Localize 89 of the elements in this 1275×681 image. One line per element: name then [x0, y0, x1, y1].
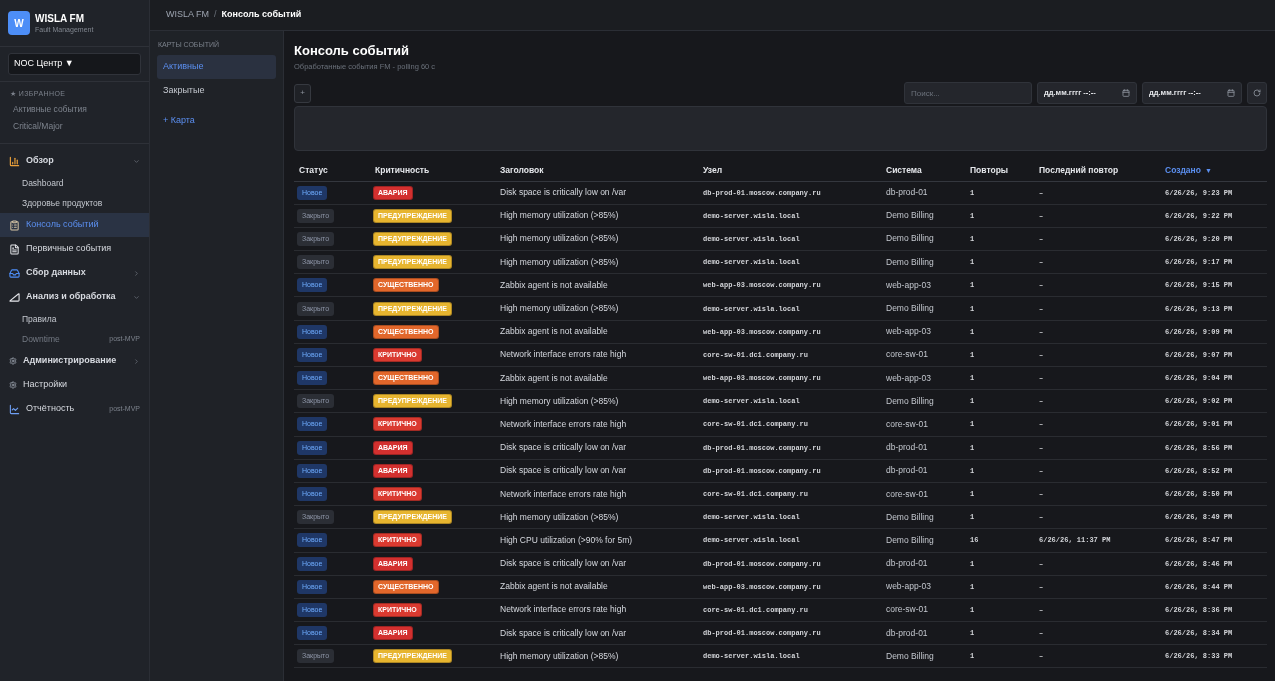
event-title: Network interface errors rate high [500, 418, 627, 429]
calendar-icon [1122, 89, 1130, 97]
system-name: core-sw-01 [886, 488, 929, 499]
clipboard-icon [9, 219, 20, 231]
chevron-right-icon [133, 357, 140, 365]
system-name: core-sw-01 [886, 604, 929, 615]
event-title: High memory utilization (>85%) [500, 303, 619, 314]
event-title: Disk space is critically low on /var [500, 558, 627, 569]
system-name: db-prod-01 [886, 442, 928, 453]
system-name: Demo Billing [886, 256, 934, 267]
chevron-down-icon [133, 293, 140, 301]
system-name: Demo Billing [886, 210, 934, 221]
system-name: Demo Billing [886, 534, 934, 545]
system-name: Demo Billing [886, 303, 934, 314]
event-title: High memory utilization (>85%) [500, 650, 619, 661]
inbox-icon [9, 267, 20, 279]
nav-item[interactable]: Настройки [0, 373, 149, 397]
add-map-link[interactable]: + Карта [163, 114, 195, 128]
event-title: Disk space is critically low on /var [500, 627, 627, 638]
nav-item[interactable]: Обзор [0, 149, 149, 173]
chevron-down-icon [133, 157, 140, 165]
system-name: Demo Billing [886, 650, 934, 661]
page-title: Консоль событий [294, 43, 411, 59]
event-title: Zabbix agent is not available [500, 372, 608, 383]
add-button[interactable]: + [294, 83, 311, 103]
system-name: Demo Billing [886, 395, 934, 406]
system-name: Demo Billing [886, 511, 934, 522]
system-name: db-prod-01 [886, 187, 928, 198]
breadcrumb-current: Консоль событий [221, 8, 302, 22]
line-chart-icon [9, 403, 20, 415]
logo-mark: W [8, 11, 30, 35]
favorite-link[interactable]: Активные события [13, 103, 87, 116]
event-map-item[interactable]: Активные [157, 55, 276, 79]
event-title: Zabbix agent is not available [500, 279, 608, 290]
app-title: WISLA FM [35, 12, 86, 25]
event-title: Network interface errors rate high [500, 604, 627, 615]
system-name: db-prod-01 [886, 627, 928, 638]
refresh-button[interactable] [1247, 82, 1267, 104]
column-header[interactable]: Критичность [375, 164, 430, 175]
chevron-right-icon [133, 269, 140, 277]
nav-subitem[interactable]: Dashboard [0, 173, 149, 193]
event-title: Disk space is critically low on /var [500, 442, 627, 453]
column-header[interactable]: Последний повтор [1039, 164, 1119, 175]
refresh-icon [1253, 89, 1261, 97]
system-name: db-prod-01 [886, 465, 928, 476]
system-name: core-sw-01 [886, 418, 929, 429]
nav-item[interactable]: Консоль событий [0, 213, 149, 237]
system-name: web-app-03 [886, 372, 931, 383]
search-field[interactable]: Поиск... [904, 82, 1032, 104]
column-header[interactable]: Статус [299, 164, 328, 175]
gear-icon [9, 381, 17, 389]
triangle-ruler-icon [9, 291, 20, 303]
event-map-item[interactable]: Закрытые [157, 79, 276, 103]
event-title: High memory utilization (>85%) [500, 511, 619, 522]
event-title: Zabbix agent is not available [500, 581, 608, 592]
breadcrumb-link[interactable]: WISLA FM [166, 8, 209, 22]
calendar-icon [1227, 89, 1235, 97]
document-icon [9, 243, 20, 255]
event-title: High memory utilization (>85%) [500, 256, 619, 267]
event-title: Network interface errors rate high [500, 349, 627, 360]
system-name: Demo Billing [886, 233, 934, 244]
nav-item[interactable]: Первичные события [0, 237, 149, 261]
event-title: Network interface errors rate high [500, 488, 627, 499]
bar-chart-icon [9, 155, 20, 167]
event-title: Disk space is critically low on /var [500, 465, 627, 476]
favorite-link[interactable]: Critical/Major [13, 120, 63, 133]
nav-item[interactable]: Сбор данных [0, 261, 149, 285]
column-header[interactable]: Заголовок [500, 164, 544, 175]
system-name: db-prod-01 [886, 558, 928, 569]
scope-select[interactable]: NOC Центр ▼ [8, 53, 141, 75]
nav-subitem[interactable]: Правила [0, 309, 149, 329]
nav-subitem[interactable]: Здоровье продуктов [0, 193, 149, 213]
system-name: web-app-03 [886, 581, 931, 592]
gear-icon [9, 357, 17, 365]
event-title: High memory utilization (>85%) [500, 395, 619, 406]
column-header[interactable]: Повторы [970, 164, 1009, 175]
event-title: Zabbix agent is not available [500, 326, 608, 337]
system-name: web-app-03 [886, 326, 931, 337]
event-title: High memory utilization (>85%) [500, 210, 619, 221]
breadcrumb-separator: / [214, 8, 217, 22]
nav-item[interactable]: Администрирование [0, 349, 149, 373]
event-title: High CPU utilization (>90% for 5m) [500, 534, 633, 545]
system-name: web-app-03 [886, 279, 931, 290]
column-header[interactable]: Система [886, 164, 922, 175]
event-title: High memory utilization (>85%) [500, 233, 619, 244]
event-title: Disk space is critically low on /var [500, 187, 627, 198]
system-name: core-sw-01 [886, 349, 929, 360]
column-header[interactable]: Узел [703, 164, 723, 175]
nav-item[interactable]: Анализ и обработка [0, 285, 149, 309]
